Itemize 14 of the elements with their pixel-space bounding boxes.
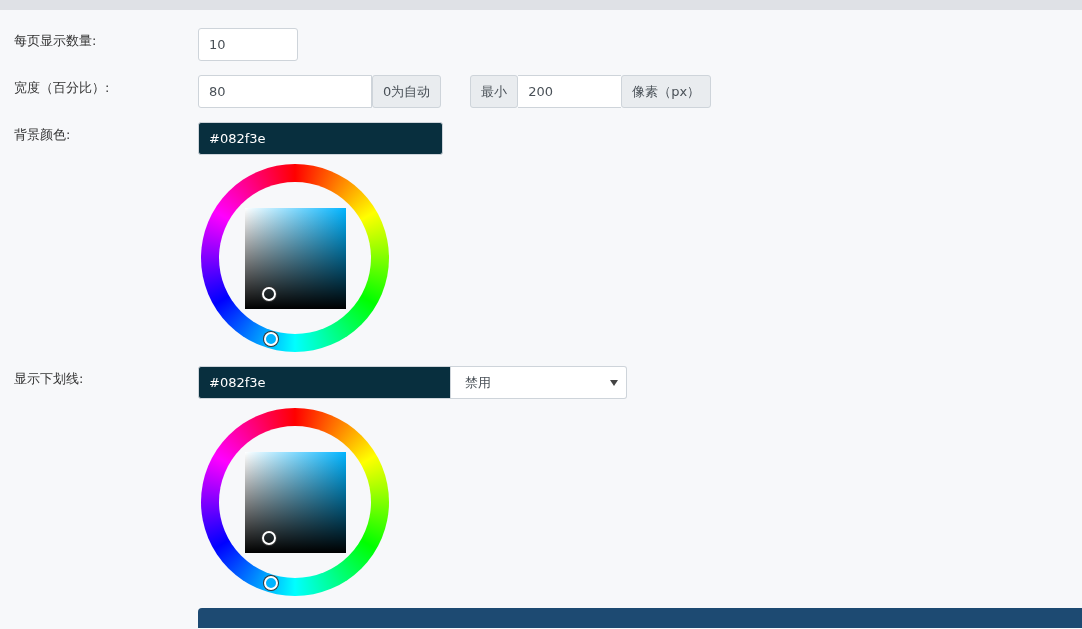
input-addon: 0为自动 [372,75,442,108]
field-label: 宽度（百分比）: [14,79,111,97]
min-width-input[interactable]: 200 [518,75,622,108]
input-addon: 像素（px） [621,75,712,108]
width-input[interactable]: 80 [198,75,372,108]
number-input[interactable]: 10 [198,28,298,61]
field-label: 背景颜色: [14,126,72,144]
color-input[interactable]: #082f3e [198,122,443,155]
field-label: 每页显示数量: [14,32,98,50]
select-dropdown[interactable]: 禁用 [451,366,627,399]
caret-icon [610,379,618,386]
field-label: 显示下划线: [14,370,85,388]
input-addon: 最小 [470,75,519,108]
color-input[interactable]: #082f3e [198,366,451,399]
